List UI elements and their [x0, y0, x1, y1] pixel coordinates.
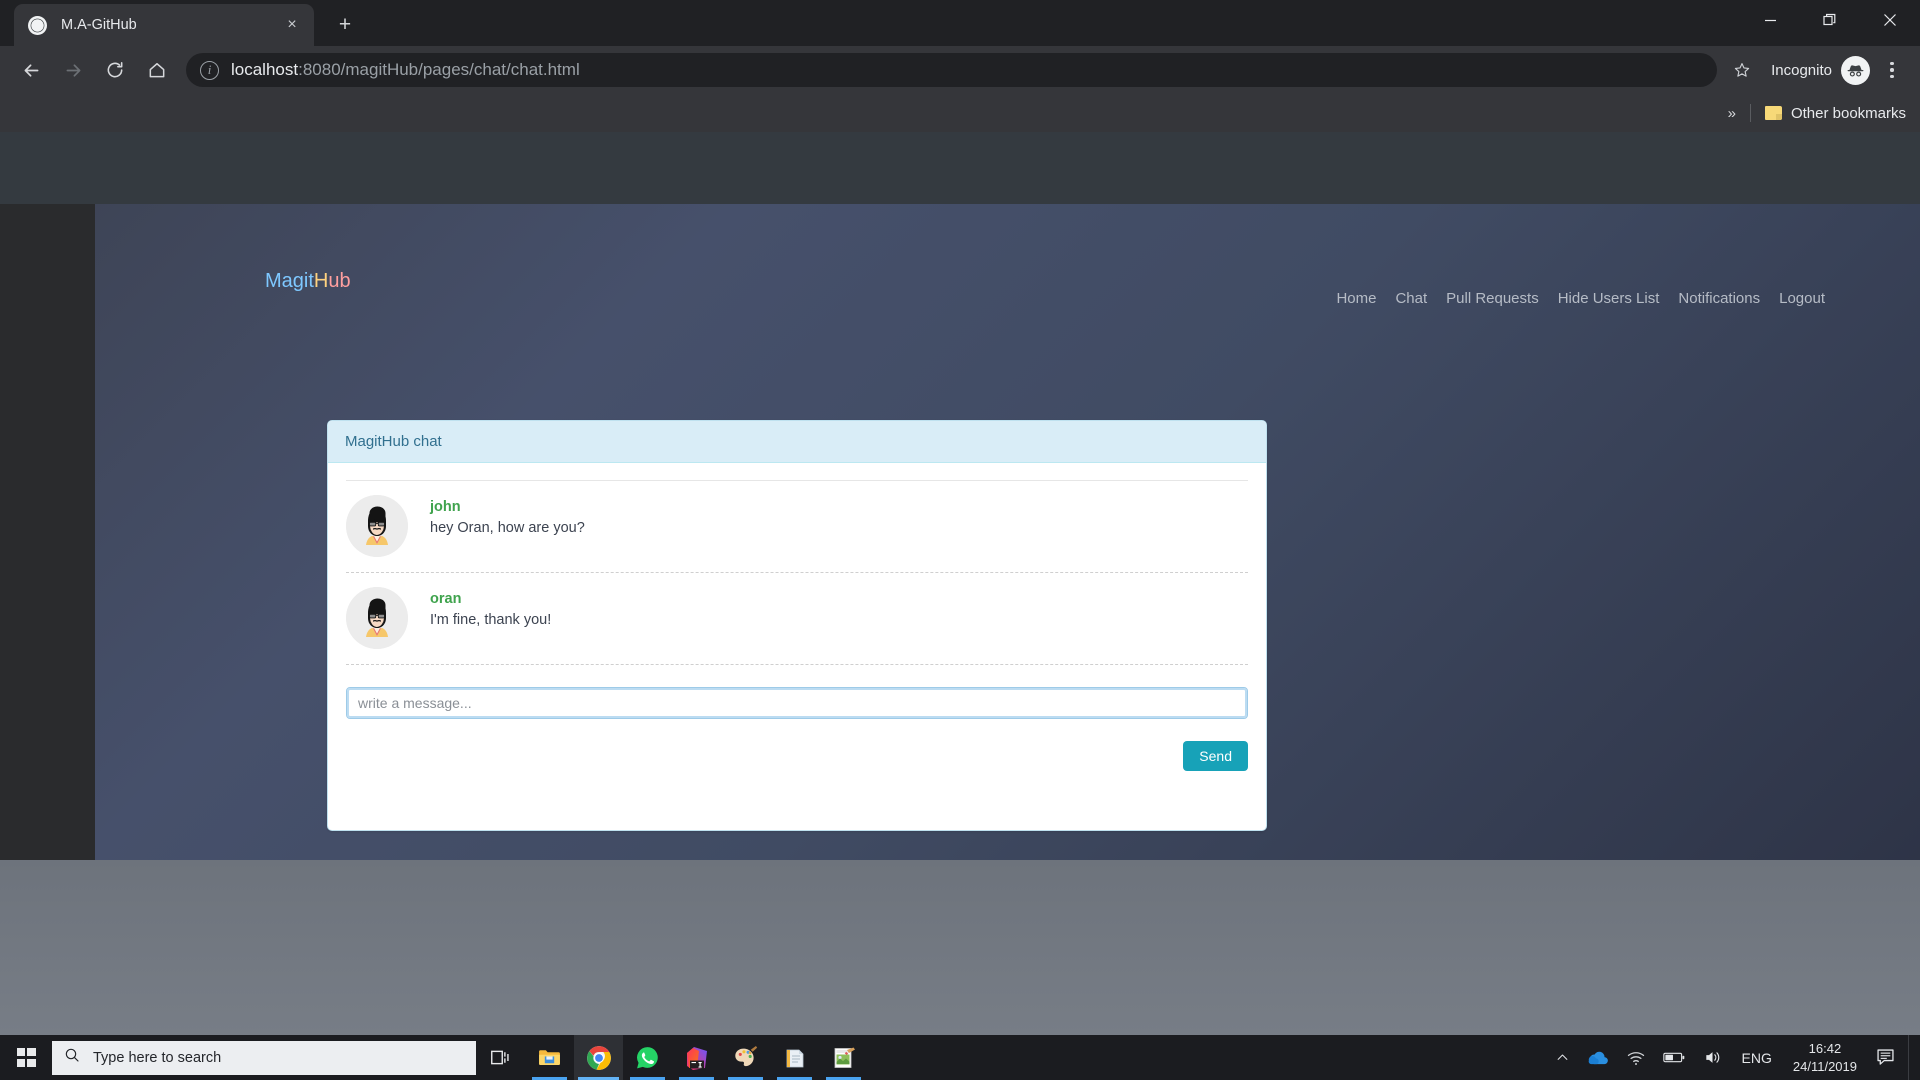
chat-panel-header: MagitHub chat: [328, 421, 1266, 463]
site-navigation: Home Chat Pull Requests Hide Users List …: [1336, 290, 1825, 307]
chat-panel: MagitHub chat john hey Oran, how are you…: [327, 420, 1267, 831]
volume-icon[interactable]: [1694, 1035, 1731, 1080]
brand-part-3: ub: [328, 270, 351, 292]
message-text: I'm fine, thank you!: [430, 612, 552, 628]
clock[interactable]: 16:42 24/11/2019: [1783, 1040, 1867, 1075]
intellij-idea-icon[interactable]: [672, 1035, 721, 1080]
bookmark-star-icon[interactable]: [1725, 53, 1759, 87]
address-bar[interactable]: i localhost:8080/magitHub/pages/chat/cha…: [186, 53, 1718, 87]
message-list: john hey Oran, how are you? oran I'm fin…: [346, 480, 1248, 665]
nav-item-notifications[interactable]: Notifications: [1678, 290, 1760, 307]
bearded-man-avatar: [346, 587, 408, 649]
action-center-icon[interactable]: [1867, 1035, 1908, 1080]
message-content: john hey Oran, how are you?: [430, 495, 585, 562]
brand-part-2: H: [313, 270, 329, 292]
clock-date: 24/11/2019: [1792, 1058, 1857, 1074]
google-chrome-icon[interactable]: [574, 1035, 623, 1080]
chrome-browser-window: M.A-GitHub × + i localhost:8080/magitHub…: [0, 0, 1920, 1035]
left-dark-strip: [0, 132, 95, 860]
system-tray: ENG 16:42 24/11/2019: [1546, 1035, 1920, 1080]
site-brand[interactable]: MagitHub: [265, 270, 351, 293]
notepad-icon[interactable]: [770, 1035, 819, 1080]
browser-tab[interactable]: M.A-GitHub ×: [14, 4, 314, 46]
home-icon[interactable]: [136, 49, 178, 91]
page-info-icon[interactable]: i: [200, 60, 219, 80]
new-tab-button[interactable]: +: [330, 10, 360, 40]
message-text: hey Oran, how are you?: [430, 520, 585, 536]
tab-title: M.A-GitHub: [61, 17, 137, 33]
incognito-label: Incognito: [1771, 61, 1832, 79]
paint-icon[interactable]: [721, 1035, 770, 1080]
bookmarks-bar: » Other bookmarks: [0, 94, 1920, 132]
file-explorer-icon[interactable]: [525, 1035, 574, 1080]
maximize-button[interactable]: [1800, 0, 1860, 40]
task-view-icon[interactable]: [476, 1035, 525, 1080]
nav-item-home[interactable]: Home: [1336, 290, 1376, 307]
message-username: john: [430, 499, 461, 515]
bookmarks-overflow-icon[interactable]: »: [1728, 105, 1736, 122]
reload-icon[interactable]: [94, 49, 136, 91]
chevron-up-icon[interactable]: [1546, 1035, 1579, 1080]
incognito-indicator[interactable]: Incognito: [1771, 55, 1870, 85]
message-content: oran I'm fine, thank you!: [430, 587, 551, 654]
chat-panel-body: john hey Oran, how are you? oran I'm fin…: [328, 463, 1266, 771]
message-username: oran: [430, 591, 462, 607]
brand-part-1: Magit: [265, 270, 314, 292]
window-controls: [1740, 0, 1920, 46]
other-bookmarks-label[interactable]: Other bookmarks: [1791, 105, 1906, 122]
page-viewport: MagitHub Home Chat Pull Requests Hide Us…: [0, 132, 1920, 1035]
back-icon[interactable]: [10, 49, 52, 91]
language-indicator[interactable]: ENG: [1731, 1050, 1783, 1066]
close-window-button[interactable]: [1860, 0, 1920, 40]
url-host: localhost: [231, 60, 299, 79]
nav-item-chat[interactable]: Chat: [1395, 290, 1427, 307]
nav-item-pull-requests[interactable]: Pull Requests: [1446, 290, 1539, 307]
globe-icon: [28, 15, 47, 35]
message-item: oran I'm fine, thank you!: [346, 573, 1248, 665]
search-icon: [64, 1047, 80, 1068]
url-text: localhost:8080/magitHub/pages/chat/chat.…: [231, 60, 580, 80]
desktop-background: [0, 860, 1920, 1035]
nav-item-logout[interactable]: Logout: [1779, 290, 1825, 307]
chat-panel-title: MagitHub chat: [345, 433, 442, 450]
whatsapp-icon[interactable]: [623, 1035, 672, 1080]
show-desktop-button[interactable]: [1908, 1035, 1914, 1080]
onedrive-cloud-icon[interactable]: [1579, 1035, 1618, 1080]
minimize-button[interactable]: [1740, 0, 1800, 40]
message-item: john hey Oran, how are you?: [346, 481, 1248, 573]
battery-icon[interactable]: [1654, 1035, 1694, 1080]
send-button[interactable]: Send: [1183, 741, 1248, 771]
incognito-hat-icon: [1841, 55, 1870, 85]
search-placeholder: Type here to search: [93, 1049, 222, 1066]
compose-area: Send: [346, 665, 1248, 771]
browser-toolbar: i localhost:8080/magitHub/pages/chat/cha…: [0, 46, 1920, 94]
paint3d-icon[interactable]: [819, 1035, 868, 1080]
bearded-man-avatar: [346, 495, 408, 557]
clock-time: 16:42: [1808, 1040, 1842, 1056]
search-input[interactable]: Type here to search: [52, 1040, 476, 1075]
kebab-menu-icon[interactable]: [1874, 52, 1910, 88]
nav-item-hide-users-list[interactable]: Hide Users List: [1558, 290, 1660, 307]
windows-taskbar: Type here to search ENG 16:42 24/11/2019: [0, 1035, 1920, 1080]
compose-actions: Send: [346, 719, 1248, 771]
site-topbar: [0, 132, 1920, 204]
wifi-icon[interactable]: [1618, 1035, 1654, 1080]
tab-strip: M.A-GitHub × +: [0, 0, 1920, 46]
folder-icon: [1764, 106, 1782, 120]
close-icon[interactable]: ×: [280, 13, 304, 37]
divider: [1749, 104, 1751, 122]
url-path: :8080/magitHub/pages/chat/chat.html: [298, 60, 580, 79]
message-input[interactable]: [346, 687, 1248, 719]
forward-icon[interactable]: [52, 49, 94, 91]
windows-logo-icon[interactable]: [0, 1035, 52, 1080]
